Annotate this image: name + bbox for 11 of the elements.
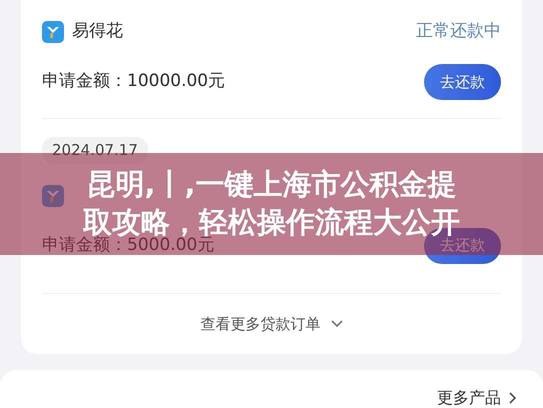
loan-status: 正常还款中 <box>416 20 501 44</box>
more-orders-link[interactable]: 查看更多贷款订单 <box>200 312 320 336</box>
more-products-link[interactable]: 更多产品 <box>437 386 501 408</box>
repay-button[interactable]: 去还款 <box>424 64 501 100</box>
app-name: 易得花 <box>72 20 123 44</box>
loan-amount: 申请金额：10000.00元 <box>42 70 226 94</box>
chevron-right-icon <box>509 392 517 404</box>
app-logo-icon <box>42 184 64 206</box>
headline-text: 昆明,丨,一键上海市公积金提 <box>86 166 457 204</box>
app-logo-icon <box>42 21 64 43</box>
chevron-down-icon <box>330 320 342 328</box>
